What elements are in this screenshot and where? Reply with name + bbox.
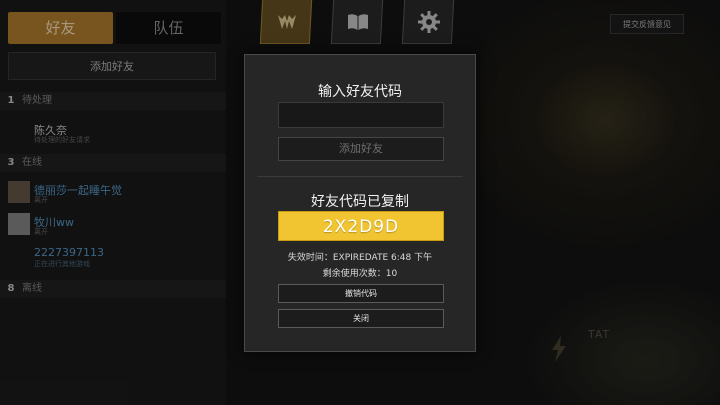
friend-code-input[interactable]: [278, 102, 444, 128]
enter-code-title: 输入好友代码: [318, 84, 402, 100]
remaining-uses-text: 剩余使用次数：10: [322, 269, 398, 279]
revoke-code-button[interactable]: 撤销代码: [278, 284, 444, 303]
code-copied-title: 好友代码已复制: [311, 194, 409, 210]
close-button[interactable]: 关闭: [278, 309, 444, 328]
expire-time-text: 失效时间：EXPIREDATE 6:48 下午: [287, 253, 433, 263]
add-friend-submit-button[interactable]: 添加好友: [278, 137, 444, 161]
friend-code-dialog: 输入好友代码 添加好友 好友代码已复制 2X2D9D 失效时间：EXPIREDA…: [244, 54, 476, 352]
divider: [257, 176, 463, 177]
friend-code-display[interactable]: 2X2D9D: [278, 211, 444, 241]
